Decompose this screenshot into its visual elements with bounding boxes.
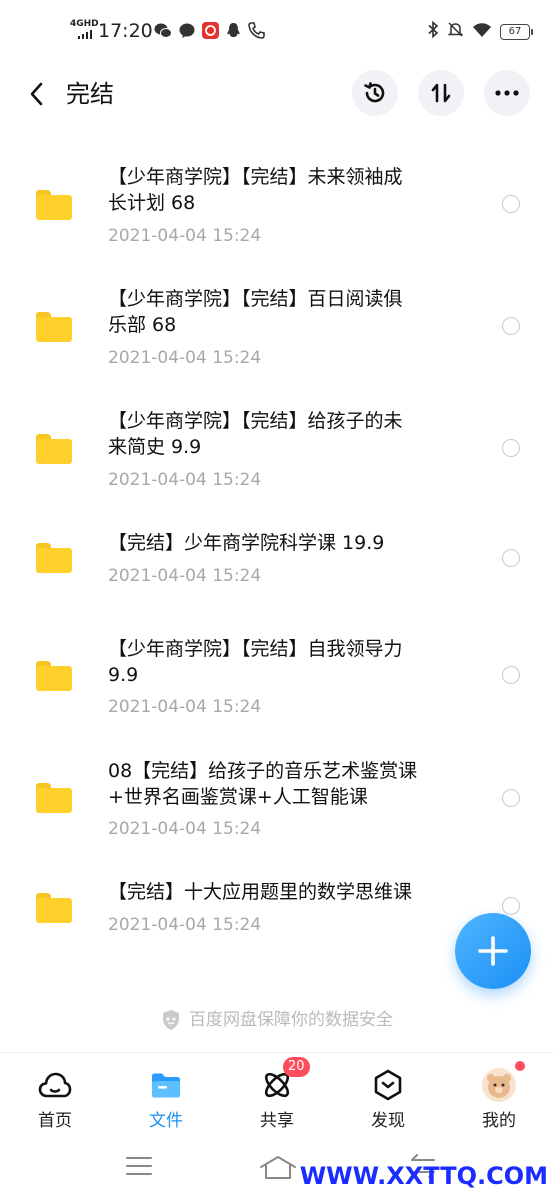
file-date: 2021-04-04 15:24 (108, 566, 262, 586)
history-icon (364, 82, 385, 103)
file-name: 【少年商学院】【完结】给孩子的未 来简史 9.9 (108, 410, 403, 458)
tab-discover[interactable]: 发现 (348, 1067, 428, 1137)
sort-button[interactable] (418, 70, 464, 116)
menu-button[interactable] (125, 1154, 153, 1182)
menu-icon (126, 1157, 152, 1175)
cloud-icon (37, 1067, 73, 1103)
folder-icon (36, 543, 72, 573)
header: 完结 (0, 64, 554, 124)
select-radio[interactable] (502, 789, 520, 807)
status-bar: 4GHD 17:20 67 (0, 0, 554, 56)
network-type: 4GHD (70, 19, 99, 29)
battery-indicator: 67 (500, 23, 533, 40)
file-name: 【少年商学院】【完结】自我领导力 9.9 (108, 638, 403, 686)
back-arrow-icon (30, 82, 43, 106)
security-note: 百度网盘保障你的数据安全 (0, 1009, 554, 1031)
atom-icon: 20 (259, 1057, 310, 1103)
security-text: 百度网盘保障你的数据安全 (189, 1010, 393, 1030)
select-radio[interactable] (502, 549, 520, 567)
select-radio[interactable] (502, 195, 520, 213)
bottom-tab-bar: 首页 文件 20 共享 发现 我的 (0, 1052, 554, 1140)
tab-me[interactable]: 我的 (459, 1061, 539, 1137)
select-radio[interactable] (502, 439, 520, 457)
app-red-icon (202, 22, 219, 43)
folder-icon (36, 190, 72, 220)
mute-icon (447, 21, 464, 42)
plus-icon (478, 936, 508, 966)
folder-icon (36, 893, 72, 923)
file-name: 【完结】十大应用题里的数学思维课 (108, 881, 413, 903)
message-icon (179, 23, 195, 43)
bluetooth-icon (427, 20, 439, 42)
home-button[interactable] (258, 1154, 298, 1184)
file-name: 08【完结】给孩子的音乐艺术鉴赏课 +世界名画鉴赏课+人工智能课 (108, 760, 418, 808)
signal-icon (78, 30, 92, 39)
tab-home[interactable]: 首页 (15, 1067, 95, 1137)
file-date: 2021-04-04 15:24 (108, 470, 262, 490)
select-radio[interactable] (502, 666, 520, 684)
file-date: 2021-04-04 15:24 (108, 226, 262, 246)
status-right: 67 (427, 20, 533, 42)
folder-icon (148, 1067, 184, 1103)
list-item[interactable]: 【少年商学院】【完结】百日阅读俱 乐部 68 2021-04-04 15:24 (0, 282, 554, 392)
more-icon (495, 90, 519, 96)
phone-icon (248, 22, 265, 43)
avatar (482, 1068, 516, 1102)
wifi-icon (472, 22, 492, 42)
folder-icon (36, 434, 72, 464)
more-button[interactable] (484, 70, 530, 116)
back-button[interactable] (20, 78, 52, 110)
list-item[interactable]: 【完结】少年商学院科学课 19.9 2021-04-04 15:24 (0, 526, 554, 606)
folder-icon (36, 783, 72, 813)
folder-icon (36, 312, 72, 342)
file-date: 2021-04-04 15:24 (108, 819, 262, 839)
shield-icon (163, 1010, 179, 1030)
wechat-icon (154, 23, 172, 43)
file-name: 【完结】少年商学院科学课 19.9 (108, 532, 385, 554)
select-radio[interactable] (502, 317, 520, 335)
folder-icon (36, 661, 72, 691)
sort-icon (431, 83, 451, 103)
select-radio[interactable] (502, 897, 520, 915)
file-date: 2021-04-04 15:24 (108, 348, 262, 368)
qq-icon (226, 22, 241, 43)
file-name: 【少年商学院】【完结】百日阅读俱 乐部 68 (108, 288, 403, 336)
share-badge: 20 (283, 1057, 310, 1077)
notification-dot (515, 1061, 525, 1071)
file-date: 2021-04-04 15:24 (108, 915, 262, 935)
notification-icons (154, 22, 265, 43)
tab-files[interactable]: 文件 (126, 1067, 206, 1137)
list-item[interactable]: 【少年商学院】【完结】未来领袖成 长计划 68 2021-04-04 15:24 (0, 160, 554, 270)
page-title: 完结 (66, 80, 114, 108)
home-icon (260, 1156, 296, 1179)
status-time: 17:20 (98, 20, 153, 42)
list-item[interactable]: 08【完结】给孩子的音乐艺术鉴赏课 +世界名画鉴赏课+人工智能课 2021-04-… (0, 756, 554, 866)
watermark: WWW.XXTTQ.COM (299, 1162, 548, 1190)
file-date: 2021-04-04 15:24 (108, 697, 262, 717)
list-item[interactable]: 【少年商学院】【完结】给孩子的未 来简史 9.9 2021-04-04 15:24 (0, 404, 554, 514)
history-button[interactable] (352, 70, 398, 116)
discover-icon (370, 1067, 406, 1103)
system-nav-bar: WWW.XXTTQ.COM (0, 1140, 554, 1200)
tab-share[interactable]: 20 共享 (237, 1057, 317, 1137)
file-name: 【少年商学院】【完结】未来领袖成 长计划 68 (108, 166, 403, 214)
add-button[interactable] (455, 913, 531, 989)
list-item[interactable]: 【少年商学院】【完结】自我领导力 9.9 2021-04-04 15:24 (0, 634, 554, 744)
